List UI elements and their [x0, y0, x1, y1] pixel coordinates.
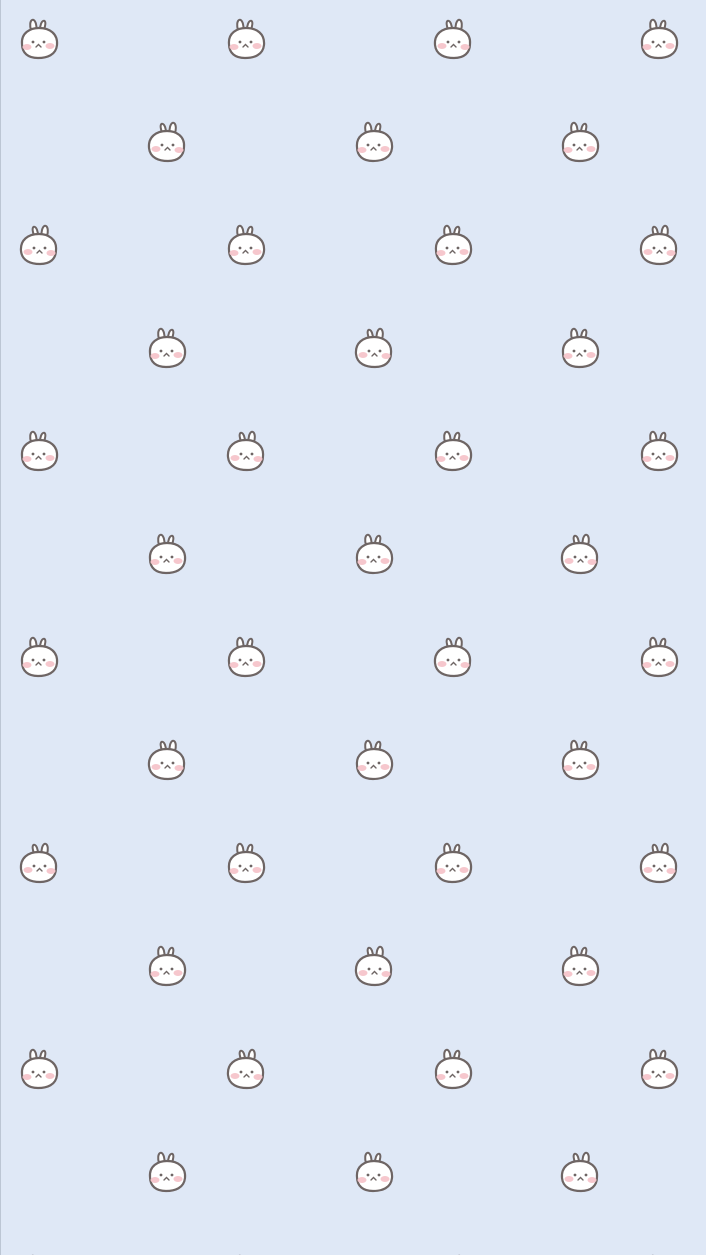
bunny-face-icon — [14, 1044, 64, 1092]
bunny-face-icon — [555, 1147, 605, 1195]
bunny-face-icon — [428, 220, 478, 268]
bunny-face-icon — [221, 1250, 271, 1255]
bunny-face-icon — [221, 220, 271, 268]
bunny-pattern-wallpaper — [0, 0, 706, 1255]
bunny-face-icon — [634, 220, 684, 268]
bunny-face-icon — [142, 735, 192, 783]
bunny-face-icon — [634, 1044, 684, 1092]
bunny-face-icon — [349, 117, 399, 165]
bunny-face-icon — [555, 323, 605, 371]
bunny-face-icon — [349, 529, 399, 577]
bunny-face-icon — [428, 14, 478, 62]
bunny-face-icon — [634, 14, 684, 62]
bunny-face-icon — [555, 941, 605, 989]
bunny-face-icon — [634, 838, 684, 886]
bunny-face-icon — [555, 117, 605, 165]
bunny-face-icon — [634, 426, 684, 474]
bunny-face-icon — [349, 941, 399, 989]
bunny-face-icon — [428, 1250, 478, 1255]
bunny-face-icon — [221, 426, 271, 474]
bunny-face-icon — [14, 426, 64, 474]
bunny-face-icon — [14, 220, 64, 268]
bunny-face-icon — [142, 323, 192, 371]
bunny-face-icon — [142, 1147, 192, 1195]
bunny-face-icon — [349, 1147, 399, 1195]
bunny-face-icon — [428, 632, 478, 680]
bunny-face-icon — [14, 1250, 64, 1255]
bunny-face-icon — [221, 632, 271, 680]
left-edge-line — [0, 0, 1, 1255]
bunny-face-icon — [221, 14, 271, 62]
bunny-face-icon — [428, 1044, 478, 1092]
bunny-face-icon — [555, 529, 605, 577]
bunny-face-icon — [555, 735, 605, 783]
bunny-face-icon — [349, 323, 399, 371]
bunny-face-icon — [634, 1250, 684, 1255]
bunny-face-icon — [14, 838, 64, 886]
bunny-face-icon — [221, 1044, 271, 1092]
bunny-face-icon — [221, 838, 271, 886]
bunny-face-icon — [428, 426, 478, 474]
bunny-face-icon — [142, 941, 192, 989]
bunny-face-icon — [142, 117, 192, 165]
bunny-face-icon — [142, 529, 192, 577]
bunny-face-icon — [14, 14, 64, 62]
bunny-face-icon — [634, 632, 684, 680]
bunny-face-icon — [428, 838, 478, 886]
bunny-face-icon — [14, 632, 64, 680]
bunny-face-icon — [349, 735, 399, 783]
